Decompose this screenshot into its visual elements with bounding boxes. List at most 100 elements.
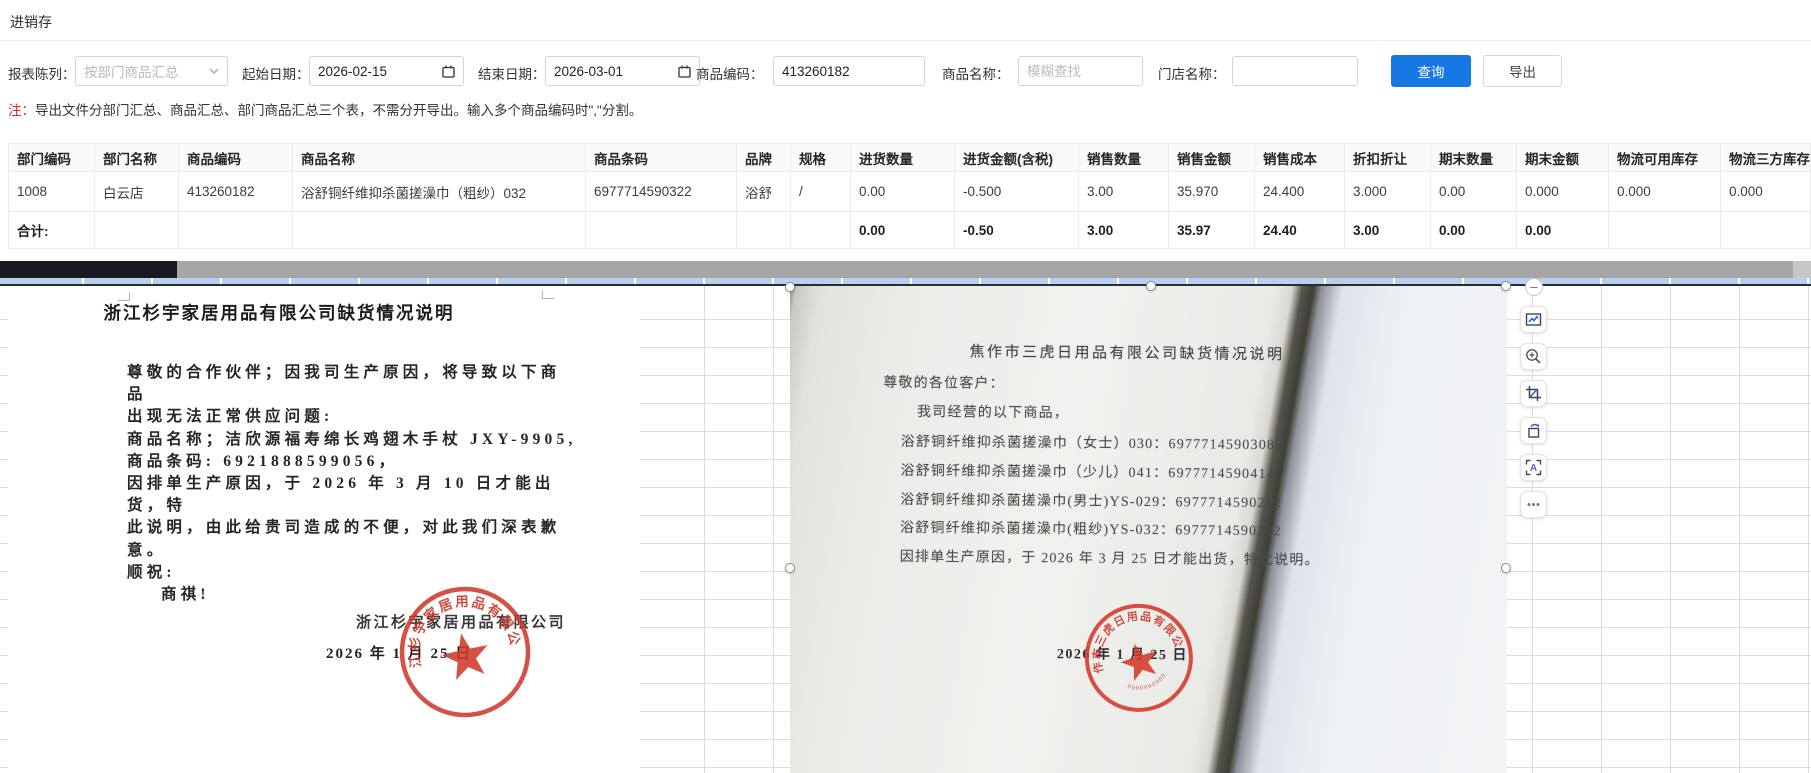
doc-line: 商品条码: 6921888599056， bbox=[127, 451, 577, 473]
rotate-copy-button[interactable] bbox=[1520, 417, 1547, 444]
doc-line: 此说明，由此给贵司造成的不便，对此我们深表歉意。 bbox=[127, 517, 577, 561]
selection-handle-top-right[interactable] bbox=[1501, 281, 1511, 291]
end-date-label: 结束日期： bbox=[478, 63, 546, 83]
total-cell: 0.00 bbox=[851, 212, 955, 249]
rotate-copy-icon bbox=[1525, 422, 1542, 439]
report-display-select[interactable]: 按部门商品汇总 bbox=[75, 56, 228, 86]
selection-handle-top-left[interactable] bbox=[785, 282, 795, 292]
cell: 1008 bbox=[9, 172, 95, 212]
store-name-input[interactable] bbox=[1241, 64, 1349, 79]
crop-icon bbox=[1525, 385, 1542, 402]
cell: 0.000 bbox=[1721, 172, 1811, 212]
col-header: 规格 bbox=[791, 144, 851, 172]
more-icon bbox=[1525, 496, 1542, 513]
doc-line: 浴舒铜纤维抑杀菌搓澡巾（少儿）041：6977714590414 bbox=[900, 460, 1275, 483]
total-cell: 3.00 bbox=[1345, 212, 1431, 249]
more-button[interactable] bbox=[1520, 491, 1547, 518]
end-date-input[interactable]: 2026-03-01 bbox=[545, 56, 700, 86]
total-cell: 0.00 bbox=[1431, 212, 1517, 249]
doc-line: 我司经营的以下商品， bbox=[917, 401, 1069, 422]
cell: 0.000 bbox=[1609, 172, 1721, 212]
query-button[interactable]: 查询 bbox=[1391, 55, 1471, 87]
table-header-row: 部门编码 部门名称 商品编码 商品名称 商品条码 品牌 规格 进货数量 进货金额… bbox=[9, 144, 1811, 172]
start-date-label: 起始日期： bbox=[242, 63, 310, 83]
image-tool-button[interactable] bbox=[1520, 306, 1547, 333]
right-document-photo[interactable]: 焦作市三虎日用品有限公司缺货情况说明 尊敬的各位客户： 我司经营的以下商品， 浴… bbox=[790, 286, 1507, 773]
collapse-toolbar-button[interactable]: – bbox=[1525, 278, 1543, 296]
start-date-value: 2026-02-15 bbox=[318, 64, 387, 79]
product-name-input[interactable] bbox=[1027, 64, 1134, 79]
svg-text:焦作市三虎日用品有限公司: 焦作市三虎日用品有限公司 bbox=[1061, 580, 1186, 682]
crop-button[interactable] bbox=[1520, 380, 1547, 407]
cell: 3.00 bbox=[1079, 172, 1169, 212]
col-header: 部门编码 bbox=[9, 144, 95, 172]
cell: 白云店 bbox=[95, 172, 179, 212]
report-display-value: 按部门商品汇总 bbox=[84, 61, 179, 81]
col-header: 商品条码 bbox=[586, 144, 737, 172]
total-cell: 24.40 bbox=[1255, 212, 1345, 249]
cell: 24.400 bbox=[1255, 172, 1345, 212]
col-header: 销售金额 bbox=[1169, 144, 1255, 172]
zoom-in-button[interactable] bbox=[1520, 343, 1547, 370]
cell: 浴舒铜纤维抑杀菌搓澡巾（粗纱）032 bbox=[293, 172, 586, 212]
cell: -0.500 bbox=[955, 172, 1079, 212]
inventory-table: 部门编码 部门名称 商品编码 商品名称 商品条码 品牌 规格 进货数量 进货金额… bbox=[8, 143, 1811, 249]
store-name-field bbox=[1232, 56, 1358, 86]
doc-line: 浴舒铜纤维抑杀菌搓澡巾(男士)YS-029：6977714590292 bbox=[900, 489, 1282, 512]
selection-handle-top-middle[interactable] bbox=[1146, 281, 1156, 291]
cell: 35.970 bbox=[1169, 172, 1255, 212]
selection-handle-middle-right[interactable] bbox=[1501, 563, 1511, 573]
col-header: 商品编码 bbox=[179, 144, 293, 172]
cell: 0.00 bbox=[1431, 172, 1517, 212]
table-totals-row: 合计: 0.00 -0.50 3.00 35.97 24.40 3.00 0.0… bbox=[9, 212, 1811, 249]
col-header: 销售数量 bbox=[1079, 144, 1169, 172]
totals-label: 合计: bbox=[9, 212, 95, 249]
col-header: 商品名称 bbox=[293, 144, 586, 172]
zoom-in-icon bbox=[1525, 348, 1542, 365]
total-cell: 0.00 bbox=[1517, 212, 1609, 249]
cell: 浴舒 bbox=[737, 172, 791, 212]
ocr-text-button[interactable]: A bbox=[1520, 454, 1547, 481]
right-company-stamp: 焦作市三虎日用品有限公司 0 0 0 0 0 0 0 0 0 0 bbox=[1061, 580, 1217, 736]
scrollbar-endcap bbox=[1793, 261, 1811, 278]
page-title: 进销存 bbox=[10, 12, 52, 32]
note-prefix: 注： bbox=[8, 103, 35, 118]
product-code-field bbox=[773, 56, 925, 86]
page-corner-mark bbox=[542, 290, 554, 299]
store-name-label: 门店名称： bbox=[1158, 63, 1226, 83]
svg-text:A: A bbox=[1530, 463, 1537, 474]
left-document-image[interactable]: 浙江杉宇家居用品有限公司缺货情况说明 尊敬的合作伙伴；因我司生产原因，将导致以下… bbox=[8, 286, 640, 773]
col-header: 期末数量 bbox=[1431, 144, 1517, 172]
export-button[interactable]: 导出 bbox=[1483, 55, 1562, 87]
stamp-serial-text: 0 0 0 0 0 0 0 0 0 0 bbox=[1125, 672, 1169, 697]
product-code-input[interactable] bbox=[782, 64, 916, 79]
col-header: 物流三方库存 bbox=[1721, 144, 1811, 172]
stamp-arc-text: 焦作市三虎日用品有限公司 bbox=[1061, 580, 1186, 682]
ocr-text-icon: A bbox=[1525, 459, 1542, 476]
cell: 0.00 bbox=[851, 172, 955, 212]
photo-paper: 焦作市三虎日用品有限公司缺货情况说明 尊敬的各位客户： 我司经营的以下商品， 浴… bbox=[788, 283, 1509, 773]
start-date-input[interactable]: 2026-02-15 bbox=[309, 56, 464, 86]
report-display-label: 报表陈列： bbox=[8, 63, 76, 83]
col-header: 进货金额(含税) bbox=[955, 144, 1079, 172]
scrollbar-thumb[interactable] bbox=[0, 261, 177, 278]
col-header: 折扣折让 bbox=[1345, 144, 1431, 172]
col-header: 进货数量 bbox=[851, 144, 955, 172]
selection-handle-middle-left[interactable] bbox=[785, 563, 795, 573]
cell: / bbox=[791, 172, 851, 212]
total-cell: 35.97 bbox=[1169, 212, 1255, 249]
calendar-icon bbox=[442, 65, 455, 78]
doc-line: 浴舒铜纤维抑杀菌搓澡巾(粗纱)YS-032：6977714590322 bbox=[900, 517, 1282, 540]
image-toolbar: – bbox=[1516, 278, 1554, 528]
horizontal-scrollbar[interactable] bbox=[0, 261, 1811, 278]
image-tool-icon bbox=[1525, 311, 1542, 328]
cell: 413260182 bbox=[179, 172, 293, 212]
cell: 6977714590322 bbox=[586, 172, 737, 212]
cell: 3.000 bbox=[1345, 172, 1431, 212]
calendar-icon bbox=[678, 65, 691, 78]
product-code-label: 商品编码： bbox=[696, 63, 764, 83]
title-bar: 进销存 bbox=[0, 0, 1811, 41]
doc-line: 尊敬的各位客户： bbox=[883, 372, 1005, 393]
total-cell: -0.50 bbox=[955, 212, 1079, 249]
left-doc-title: 浙江杉宇家居用品有限公司缺货情况说明 bbox=[56, 300, 502, 325]
